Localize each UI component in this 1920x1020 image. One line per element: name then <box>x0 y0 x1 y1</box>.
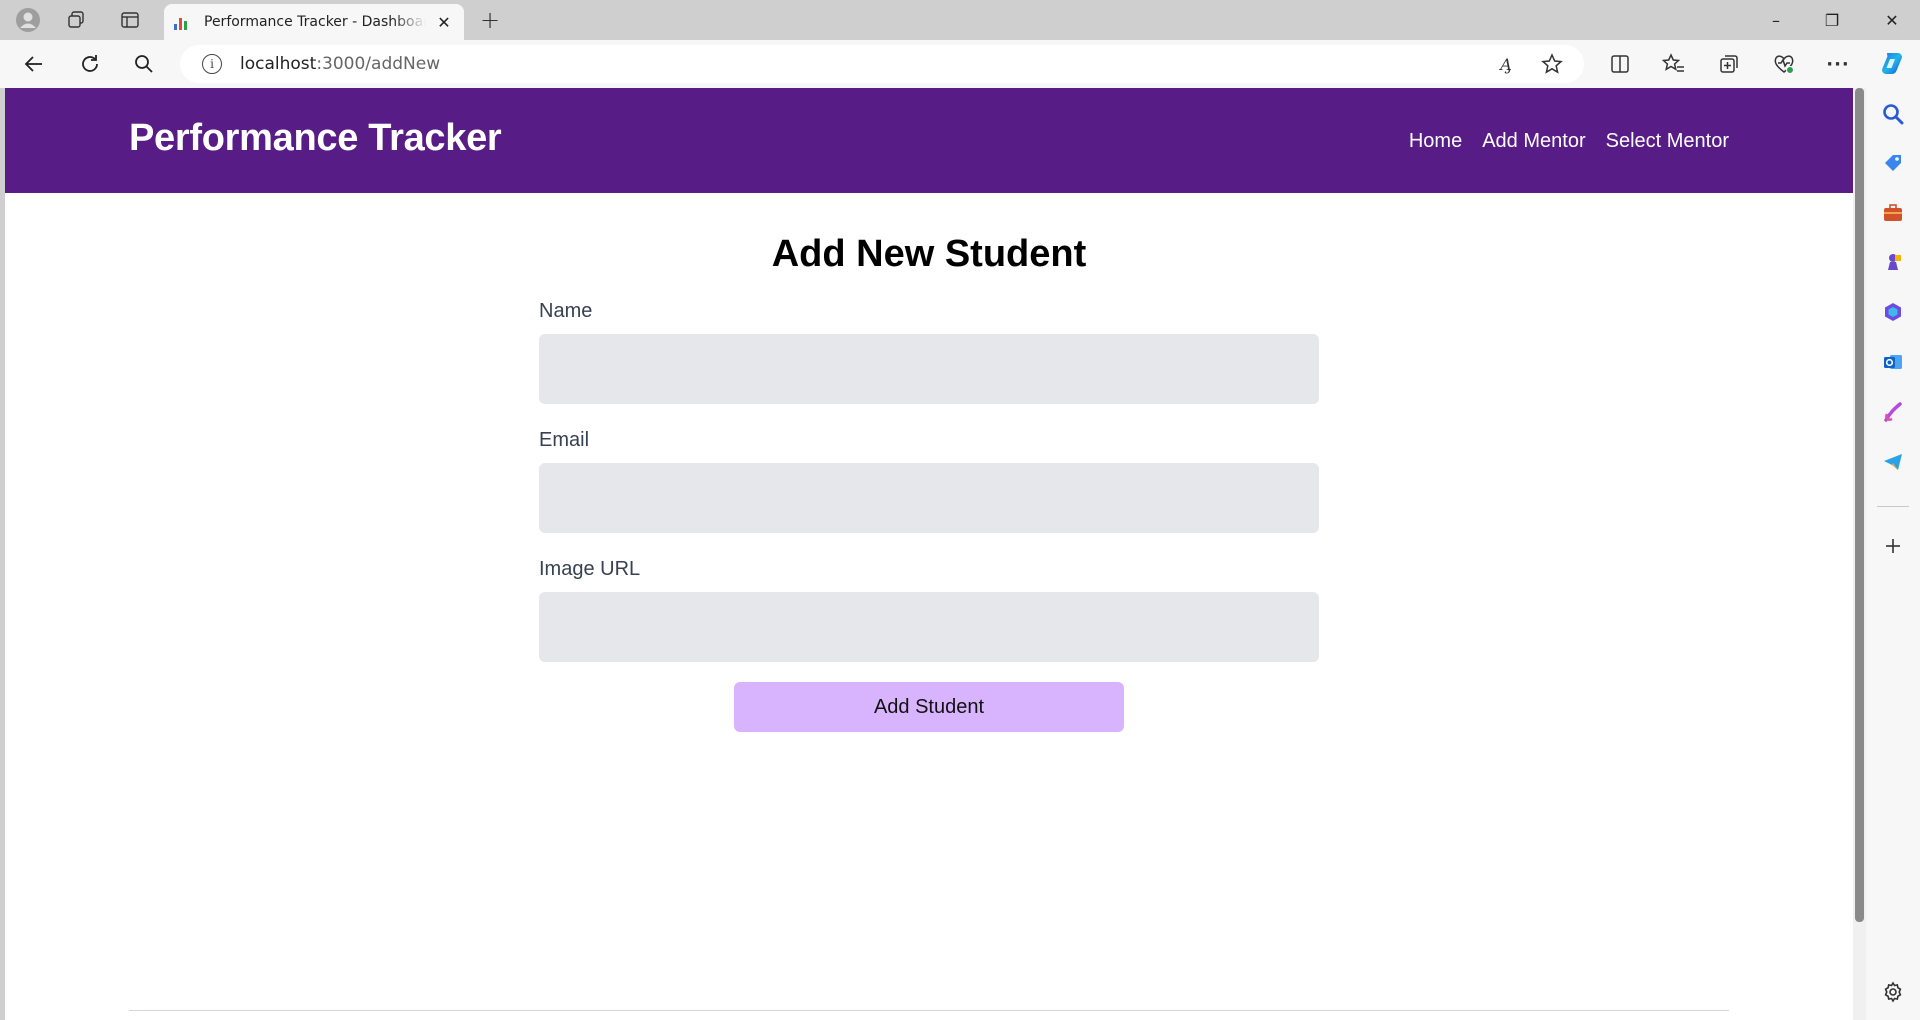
copilot-icon[interactable] <box>1874 48 1910 80</box>
image-url-input[interactable] <box>539 592 1319 662</box>
page-viewport: Performance Tracker Home Add Mentor Sele… <box>5 88 1853 1020</box>
designer-icon[interactable] <box>1879 398 1907 426</box>
games-icon[interactable] <box>1879 249 1907 277</box>
read-aloud-icon[interactable]: A̡ <box>1490 50 1522 78</box>
edge-sidebar <box>1866 88 1920 1020</box>
profile-avatar-icon[interactable] <box>12 6 44 34</box>
nav-link-home[interactable]: Home <box>1409 130 1462 153</box>
sidebar-search-icon[interactable] <box>1879 100 1907 128</box>
workspaces-icon[interactable] <box>60 6 92 34</box>
footer-divider <box>129 1010 1729 1011</box>
favorites-icon[interactable] <box>1656 48 1692 80</box>
split-screen-icon[interactable] <box>1602 48 1638 80</box>
minimize-button[interactable]: – <box>1748 0 1804 40</box>
refresh-icon[interactable] <box>72 48 108 80</box>
site-brand[interactable]: Performance Tracker <box>129 117 502 160</box>
back-arrow-icon[interactable] <box>16 48 52 80</box>
info-icon[interactable]: i <box>202 54 222 74</box>
name-input[interactable] <box>539 334 1319 404</box>
name-label: Name <box>539 300 593 322</box>
browser-tab-strip: Performance Tracker - Dashboard ✕ + – ❐ … <box>0 0 1920 40</box>
url-text[interactable]: localhost:3000/addNew <box>240 54 440 74</box>
nav-link-select-mentor[interactable]: Select Mentor <box>1606 130 1729 153</box>
image-url-label: Image URL <box>539 558 641 580</box>
page-scrollbar[interactable] <box>1853 88 1866 1020</box>
active-tab[interactable]: Performance Tracker - Dashboard ✕ <box>164 4 464 40</box>
add-student-button[interactable]: Add Student <box>734 682 1124 732</box>
collections-icon[interactable] <box>1711 48 1747 80</box>
restore-button[interactable]: ❐ <box>1804 0 1860 40</box>
telegram-icon[interactable] <box>1879 448 1907 476</box>
add-icon[interactable] <box>1879 532 1907 560</box>
browser-toolbar: i localhost:3000/addNew A̡ ··· <box>0 40 1920 88</box>
bar-chart-icon <box>174 14 190 30</box>
more-icon[interactable]: ··· <box>1820 48 1856 80</box>
outlook-icon[interactable] <box>1879 348 1907 376</box>
search-icon[interactable] <box>126 48 162 80</box>
image-url-field-group: Image URL <box>539 558 1319 662</box>
page-title: Add New Student <box>771 233 1087 275</box>
microsoft-365-icon[interactable] <box>1879 298 1907 326</box>
name-field-group: Name <box>539 300 1319 404</box>
tab-close-icon[interactable]: ✕ <box>434 12 454 32</box>
email-label: Email <box>539 429 590 451</box>
tools-briefcase-icon[interactable] <box>1879 199 1907 227</box>
site-nav: Home Add Mentor Select Mentor <box>1409 130 1729 153</box>
email-field-group: Email <box>539 429 1319 533</box>
add-student-form: Add New Student Name Email Image URL Add… <box>539 193 1319 732</box>
address-bar[interactable]: i localhost:3000/addNew A̡ <box>180 45 1584 83</box>
new-tab-button[interactable]: + <box>474 6 506 34</box>
tab-title: Performance Tracker - Dashboard <box>204 14 426 30</box>
shopping-tag-icon[interactable] <box>1879 149 1907 177</box>
scrollbar-thumb[interactable] <box>1855 88 1864 922</box>
vertical-tabs-icon[interactable] <box>114 6 146 34</box>
site-header: Performance Tracker Home Add Mentor Sele… <box>5 88 1853 193</box>
email-input[interactable] <box>539 463 1319 533</box>
browser-essentials-icon[interactable] <box>1766 48 1802 80</box>
nav-link-add-mentor[interactable]: Add Mentor <box>1482 130 1585 153</box>
settings-icon[interactable] <box>1879 978 1907 1006</box>
close-window-button[interactable]: ✕ <box>1864 0 1920 40</box>
sidebar-divider <box>1877 506 1909 507</box>
favorite-star-icon[interactable] <box>1536 50 1568 78</box>
